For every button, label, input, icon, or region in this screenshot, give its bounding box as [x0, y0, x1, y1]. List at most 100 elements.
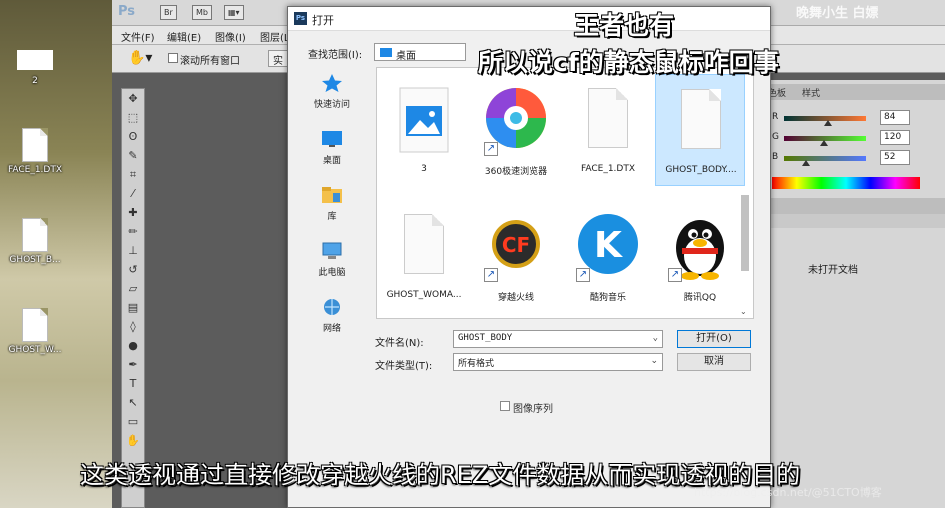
- place-quick-access[interactable]: 快速访问: [302, 73, 362, 125]
- chevron-down-icon[interactable]: ⌄: [653, 333, 658, 343]
- file-item-kugou[interactable]: K ↗ 酷狗音乐: [563, 200, 653, 312]
- menu-file[interactable]: 文件(F): [121, 29, 155, 44]
- grid-icon[interactable]: ▦▾: [224, 5, 244, 20]
- chevron-down-icon[interactable]: ⌄: [650, 356, 658, 366]
- kugou-music-icon: K ↗: [576, 210, 640, 282]
- place-library[interactable]: 库: [302, 185, 362, 237]
- eraser-tool-icon[interactable]: ▱: [122, 279, 144, 298]
- actual-pixels-button[interactable]: 实: [268, 50, 288, 67]
- shortcut-arrow-icon: ↗: [576, 268, 590, 282]
- healing-brush-icon[interactable]: ✚: [122, 203, 144, 222]
- image-sequence-label: 图像序列: [513, 404, 553, 415]
- folder-icon: [17, 50, 53, 70]
- pen-tool-icon[interactable]: ✒: [122, 355, 144, 374]
- file-item-qq[interactable]: ↗ 腾讯QQ: [655, 200, 745, 312]
- lasso-tool-icon[interactable]: ʘ: [122, 127, 144, 146]
- desktop-item-ghost-woman[interactable]: GHOST_W...: [0, 308, 70, 355]
- brush-tool-icon[interactable]: ✏: [122, 222, 144, 241]
- computer-icon: [321, 241, 343, 261]
- place-label: 此电脑: [318, 268, 346, 278]
- file-icon: [22, 128, 48, 162]
- blue-value[interactable]: 52: [880, 150, 910, 165]
- desktop-item-2[interactable]: 2: [0, 50, 70, 86]
- cancel-button[interactable]: 取消: [677, 353, 751, 371]
- shortcut-arrow-icon: ↗: [668, 268, 682, 282]
- desktop-icon: [321, 129, 343, 149]
- tools-panel: ✥ ⬚ ʘ ✎ ⌗ ⁄ ✚ ✏ ⊥ ↺ ▱ ▤ ◊ ● ✒ T ↖ ▭ ✋: [121, 88, 145, 508]
- places-bar: 快速访问 桌面 库 此电脑 网络: [302, 69, 362, 349]
- file-item-ghost-body[interactable]: GHOST_BODY....: [655, 74, 745, 186]
- file-item-face-dtx[interactable]: FACE_1.DTX: [563, 74, 653, 186]
- move-tool-icon[interactable]: ✥: [122, 89, 144, 108]
- marquee-tool-icon[interactable]: ⬚: [122, 108, 144, 127]
- eyedropper-icon[interactable]: ⁄: [122, 184, 144, 203]
- file-label: 360极速浏览器: [484, 167, 548, 177]
- bridge-button[interactable]: Br: [160, 5, 177, 20]
- menu-edit[interactable]: 编辑(E): [167, 29, 201, 44]
- crossfire-game-icon: CF ↗: [484, 210, 548, 282]
- scroll-all-checkbox[interactable]: [168, 53, 178, 63]
- document-icon: [392, 210, 456, 282]
- hand-tool-icon[interactable]: ✋: [122, 431, 144, 450]
- dodge-tool-icon[interactable]: ●: [122, 336, 144, 355]
- path-select-icon[interactable]: ↖: [122, 393, 144, 412]
- file-item-360-browser[interactable]: ↗ 360极速浏览器: [471, 74, 561, 186]
- svg-text:K: K: [594, 225, 623, 266]
- look-in-select[interactable]: 桌面: [374, 43, 466, 62]
- quick-select-icon[interactable]: ✎: [122, 146, 144, 165]
- shape-tool-icon[interactable]: ▭: [122, 412, 144, 431]
- filetype-select[interactable]: 所有格式 ⌄: [453, 353, 663, 371]
- red-value[interactable]: 84: [880, 110, 910, 125]
- place-network[interactable]: 网络: [302, 297, 362, 349]
- red-knob[interactable]: [824, 120, 832, 126]
- color-spectrum[interactable]: [772, 177, 920, 189]
- file-item-ghost-woman[interactable]: GHOST_WOMA...: [379, 200, 469, 312]
- dialog-title: 打开: [312, 14, 334, 27]
- blur-tool-icon[interactable]: ◊: [122, 317, 144, 336]
- panel-header: [762, 198, 945, 214]
- filename-input[interactable]: GHOST_BODY ⌄: [453, 330, 663, 348]
- place-desktop[interactable]: 桌面: [302, 129, 362, 181]
- green-value[interactable]: 120: [880, 130, 910, 145]
- file-item-crossfire[interactable]: CF ↗ 穿越火线: [471, 200, 561, 312]
- chevron-down-icon[interactable]: ⌄: [740, 307, 747, 316]
- file-icon: [22, 218, 48, 252]
- place-this-pc[interactable]: 此电脑: [302, 241, 362, 293]
- blue-knob[interactable]: [802, 160, 810, 166]
- desktop-item-label: FACE_1.DTX: [8, 165, 62, 175]
- gradient-tool-icon[interactable]: ▤: [122, 298, 144, 317]
- desktop-item-label: 2: [32, 76, 38, 86]
- look-in-label: 查找范围(I):: [308, 50, 363, 61]
- open-dialog: Ps 打开 查找范围(I): 桌面 快速访问 桌面 库 此电脑 网络 3 ↗ 3…: [287, 6, 771, 508]
- tab-styles[interactable]: 样式: [802, 86, 820, 99]
- history-brush-icon[interactable]: ↺: [122, 260, 144, 279]
- network-icon: [321, 297, 343, 317]
- place-label: 桌面: [322, 156, 341, 166]
- desktop-item-label: GHOST_W...: [8, 345, 62, 355]
- open-button[interactable]: 打开(O): [677, 330, 751, 348]
- desktop-item-ghost-body[interactable]: GHOST_B...: [0, 218, 70, 265]
- image-sequence-checkbox[interactable]: [500, 401, 510, 411]
- stamp-tool-icon[interactable]: ⊥: [122, 241, 144, 260]
- look-in-value: 桌面: [396, 51, 416, 62]
- place-label: 快速访问: [313, 100, 350, 110]
- document-icon: [669, 85, 733, 157]
- crop-tool-icon[interactable]: ⌗: [122, 165, 144, 184]
- file-list-scrollbar[interactable]: ⌄: [740, 69, 750, 319]
- caption-top-line1: 王者也有: [574, 11, 675, 40]
- menu-image[interactable]: 图像(I): [215, 29, 246, 44]
- green-slider[interactable]: G 120: [772, 130, 942, 148]
- desktop-item-face[interactable]: FACE_1.DTX: [0, 128, 70, 175]
- blue-slider[interactable]: B 52: [772, 150, 942, 168]
- file-item-3[interactable]: 3: [379, 74, 469, 186]
- caption-corner: 晚舞小生 白嫖: [796, 6, 879, 21]
- type-tool-icon[interactable]: T: [122, 374, 144, 393]
- library-icon: [321, 185, 343, 205]
- red-slider[interactable]: R 84: [772, 110, 942, 128]
- hand-tool-icon[interactable]: ✋▾: [128, 50, 152, 66]
- green-knob[interactable]: [820, 140, 828, 146]
- scroll-thumb[interactable]: [741, 195, 749, 271]
- document-icon: [576, 84, 640, 156]
- shortcut-arrow-icon: ↗: [484, 268, 498, 282]
- minibridge-button[interactable]: Mb: [192, 5, 212, 20]
